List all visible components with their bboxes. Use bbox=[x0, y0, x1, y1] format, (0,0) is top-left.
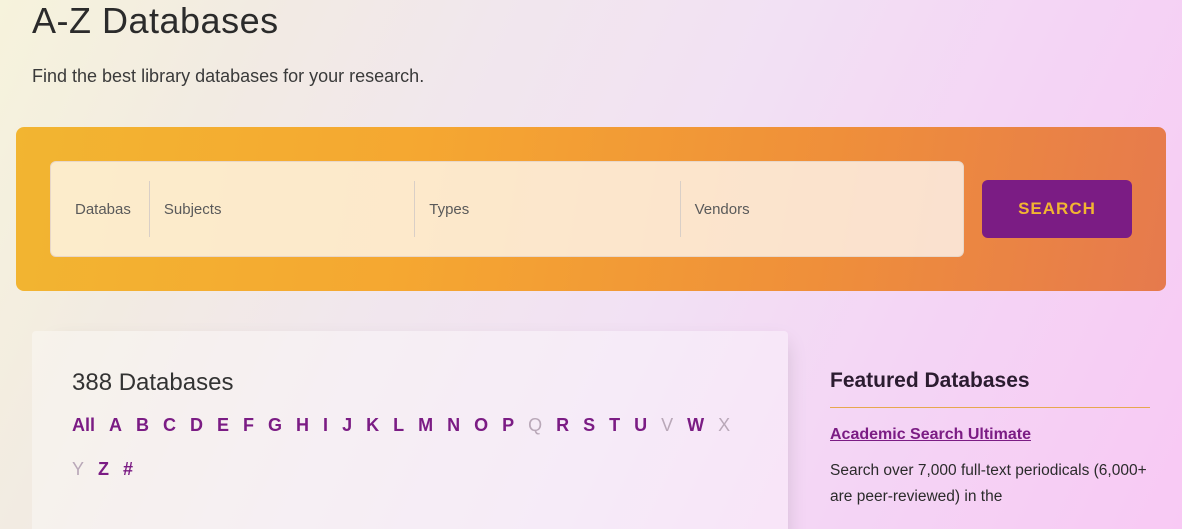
results-count: 388 Databases bbox=[72, 369, 748, 397]
alpha-letter-a[interactable]: A bbox=[109, 411, 122, 439]
results-card: 388 Databases All ABCDEFGHIJKLMNOPQRSTUVW… bbox=[32, 331, 788, 529]
alpha-letter-t[interactable]: T bbox=[609, 411, 620, 439]
alpha-letter-all[interactable]: All bbox=[72, 411, 95, 439]
subjects-dropdown[interactable]: Subjects bbox=[150, 162, 414, 256]
alpha-letter-m[interactable]: M bbox=[418, 411, 433, 439]
alpha-letter-#[interactable]: # bbox=[123, 455, 133, 483]
alpha-letter-v: V bbox=[661, 411, 673, 439]
alpha-letter-g[interactable]: G bbox=[268, 411, 282, 439]
page-subtitle: Find the best library databases for your… bbox=[32, 66, 1166, 87]
featured-database-description: Search over 7,000 full-text periodicals … bbox=[830, 458, 1150, 510]
alpha-letter-r[interactable]: R bbox=[556, 411, 569, 439]
featured-heading: Featured Databases bbox=[830, 369, 1150, 393]
featured-database-link[interactable]: Academic Search Ultimate bbox=[830, 426, 1031, 444]
alpha-letter-e[interactable]: E bbox=[217, 411, 229, 439]
search-panel: Databas Subjects Types Vendors SEARCH bbox=[16, 127, 1166, 291]
divider bbox=[830, 407, 1150, 408]
alpha-letter-k[interactable]: K bbox=[366, 411, 379, 439]
alpha-letter-y: Y bbox=[72, 455, 84, 483]
vendors-dropdown[interactable]: Vendors bbox=[681, 162, 945, 256]
alpha-letter-u[interactable]: U bbox=[634, 411, 647, 439]
alpha-letter-n[interactable]: N bbox=[447, 411, 460, 439]
alpha-letter-x: X bbox=[718, 411, 730, 439]
page-title: A-Z Databases bbox=[16, 0, 1166, 42]
alpha-letter-c[interactable]: C bbox=[163, 411, 176, 439]
alpha-letter-q: Q bbox=[528, 411, 542, 439]
alpha-letter-f[interactable]: F bbox=[243, 411, 254, 439]
types-dropdown[interactable]: Types bbox=[415, 162, 679, 256]
search-box: Databas Subjects Types Vendors bbox=[50, 161, 964, 257]
search-button[interactable]: SEARCH bbox=[982, 180, 1132, 238]
alpha-letter-h[interactable]: H bbox=[296, 411, 309, 439]
alpha-letter-l[interactable]: L bbox=[393, 411, 404, 439]
featured-sidebar: Featured Databases Academic Search Ultim… bbox=[830, 331, 1150, 529]
database-name-field[interactable]: Databas bbox=[69, 162, 149, 256]
alpha-letter-z[interactable]: Z bbox=[98, 455, 109, 483]
alpha-letter-i[interactable]: I bbox=[323, 411, 328, 439]
alpha-letter-p[interactable]: P bbox=[502, 411, 514, 439]
alpha-letter-j[interactable]: J bbox=[342, 411, 352, 439]
alpha-letter-d[interactable]: D bbox=[190, 411, 203, 439]
alpha-letter-o[interactable]: O bbox=[474, 411, 488, 439]
alpha-filter: All ABCDEFGHIJKLMNOPQRSTUVWX YZ # bbox=[72, 411, 748, 483]
alpha-letter-w[interactable]: W bbox=[687, 411, 704, 439]
alpha-letter-b[interactable]: B bbox=[136, 411, 149, 439]
alpha-letter-s[interactable]: S bbox=[583, 411, 595, 439]
